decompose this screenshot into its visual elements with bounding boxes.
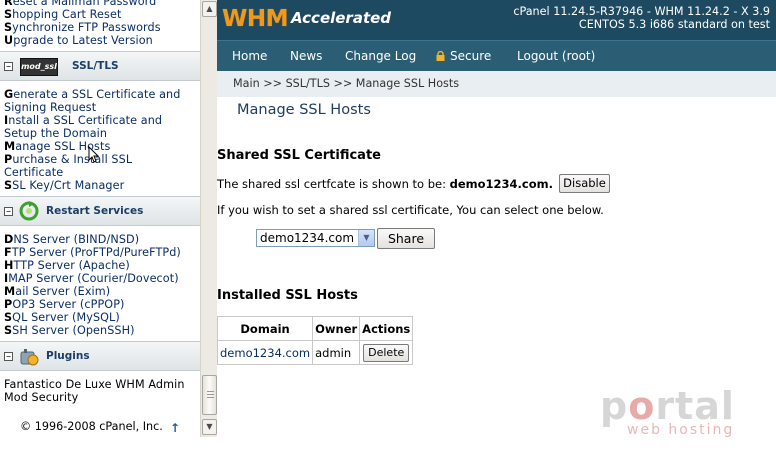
nav-secure[interactable]: Secure (436, 49, 491, 63)
portal-watermark: portal web hosting (600, 384, 750, 442)
sidebar-item-http-server[interactable]: HTTP Server (Apache) (4, 259, 130, 272)
nav-logout[interactable]: Logout (root) (517, 49, 595, 63)
mod-ssl-icon: mod_ssl (20, 58, 58, 76)
logo-sub: Accelerated (291, 9, 392, 27)
table-header-row: Domain Owner Actions (216, 316, 414, 341)
sidebar-section-restart[interactable]: − Restart Services (0, 196, 200, 226)
column-header-domain: Domain (216, 316, 314, 341)
logo-main: WHM (222, 6, 289, 32)
scroll-top-arrow-icon[interactable]: ↑ (170, 421, 180, 435)
sidebar-item-purchase-ssl-cont[interactable]: Certificate (4, 166, 63, 179)
header-bar: WHM Accelerated cPanel 11.24.5-R37946 - W… (217, 0, 776, 40)
watermark-subtitle: web hosting (627, 422, 735, 438)
sidebar-item-mod-security[interactable]: Mod Security (4, 391, 78, 404)
mouse-cursor-icon (88, 146, 100, 163)
sidebar-scrollbar[interactable]: ▲ ▼ (200, 0, 217, 437)
disable-button[interactable]: Disable (559, 174, 610, 193)
whm-logo: WHM Accelerated (222, 6, 391, 34)
domain-link[interactable]: demo1234.com (220, 346, 310, 360)
main-content: WHM Accelerated cPanel 11.24.5-R37946 - W… (216, 0, 776, 450)
select-instruction-text: If you wish to set a shared ssl certific… (217, 203, 604, 217)
sidebar-section-ssl[interactable]: − mod_ssl SSL/TLS (0, 51, 200, 81)
sidebar-item-upgrade[interactable]: Upgrade to Latest Version (4, 34, 153, 47)
column-header-owner: Owner (312, 316, 361, 341)
ssl-hosts-table: Domain Owner Actions demo1234.com admin … (216, 316, 414, 365)
sidebar-item-sql-server[interactable]: SQL Server (MySQL) (4, 311, 120, 324)
table-row: demo1234.com admin Delete (216, 340, 414, 365)
scroll-down-icon[interactable]: ▼ (202, 419, 217, 435)
nav-news[interactable]: News (290, 49, 322, 63)
cell-owner: admin (312, 340, 361, 365)
cell-actions: Delete (359, 340, 414, 365)
sidebar-item-pop3-server[interactable]: POP3 Server (cPPOP) (4, 298, 125, 311)
version-line-2: CENTOS 5.3 i686 standard on test (578, 18, 770, 31)
nav-bar: Home News Change Log Secure Logout (root… (217, 40, 776, 71)
sidebar-section-title: Plugins (46, 350, 90, 362)
sidebar-item-imap-server[interactable]: IMAP Server (Courier/Dovecot) (4, 272, 179, 285)
scroll-up-icon[interactable]: ▲ (202, 1, 217, 17)
nav-change-log[interactable]: Change Log (345, 49, 416, 63)
sidebar-item-mail-server[interactable]: Mail Server (Exim) (4, 285, 110, 298)
nav-home[interactable]: Home (232, 49, 267, 63)
sidebar-item-shopping-cart-reset[interactable]: Shopping Cart Reset (4, 8, 121, 21)
ssl-domain-select-value: demo1234.com (260, 231, 355, 245)
chevron-down-icon[interactable]: ▼ (358, 230, 374, 246)
sidebar-item-fantastico[interactable]: Fantastico De Luxe WHM Admin (4, 378, 185, 391)
ssl-domain-select[interactable]: demo1234.com ▼ (256, 229, 375, 247)
shared-ssl-domain: demo1234.com. (449, 177, 553, 191)
plugins-icon (20, 349, 39, 366)
sidebar-item-sync-ftp[interactable]: Synchronize FTP Passwords (4, 21, 161, 34)
sidebar-section-plugins[interactable]: − Plugins (0, 341, 200, 371)
sidebar-item-install-ssl[interactable]: Install a SSL Certificate and (4, 114, 162, 127)
restart-icon (19, 201, 39, 221)
sidebar-section-title: Restart Services (46, 205, 144, 217)
sidebar-item-ftp-server[interactable]: FTP Server (ProFTPd/PureFTPd) (4, 246, 181, 259)
sidebar-item-install-ssl-cont[interactable]: Setup the Domain (4, 127, 107, 140)
collapse-toggle-icon[interactable]: − (4, 62, 13, 71)
sidebar-item-ssh-server[interactable]: SSH Server (OpenSSH) (4, 324, 135, 337)
version-info: cPanel 11.24.5-R37946 - WHM 11.24.2 - X … (513, 5, 770, 31)
share-button[interactable]: Share (377, 228, 435, 249)
version-line-1: cPanel 11.24.5-R37946 - WHM 11.24.2 - X … (513, 5, 770, 18)
sidebar-item-purchase-ssl[interactable]: Purchase & Install SSL (4, 153, 132, 166)
sidebar-item-ssl-key-manager[interactable]: SSL Key/Crt Manager (4, 179, 124, 192)
sidebar: Reset a Mailman Password Shopping Cart R… (0, 0, 200, 450)
sidebar-item-generate-ssl[interactable]: Generate a SSL Certificate and (4, 88, 180, 101)
breadcrumb: Main >> SSL/TLS >> Manage SSL Hosts (217, 71, 776, 97)
sidebar-item-dns-server[interactable]: DNS Server (BIND/NSD) (4, 233, 139, 246)
sidebar-item-generate-ssl-cont[interactable]: Signing Request (4, 101, 96, 114)
sidebar-item-reset-mailman[interactable]: Reset a Mailman Password (4, 0, 156, 8)
collapse-toggle-icon[interactable]: − (4, 352, 13, 361)
nav-secure-label: Secure (450, 49, 492, 63)
whm-window: Reset a Mailman Password Shopping Cart R… (0, 0, 776, 450)
copyright-text: © 1996-2008 cPanel, Inc. (20, 420, 163, 433)
collapse-toggle-icon[interactable]: − (4, 207, 13, 216)
installed-ssl-heading: Installed SSL Hosts (217, 288, 358, 303)
page-title: Manage SSL Hosts (237, 102, 371, 118)
lock-icon (436, 51, 445, 61)
scrollbar-thumb[interactable] (202, 375, 217, 415)
sidebar-section-title: SSL/TLS (72, 60, 119, 72)
cell-domain: demo1234.com (216, 340, 314, 365)
delete-button[interactable]: Delete (363, 343, 410, 362)
shared-ssl-text: The shared ssl certfcate is shown to be:… (217, 177, 553, 191)
shared-ssl-heading: Shared SSL Certificate (217, 148, 381, 163)
column-header-actions: Actions (359, 316, 414, 341)
